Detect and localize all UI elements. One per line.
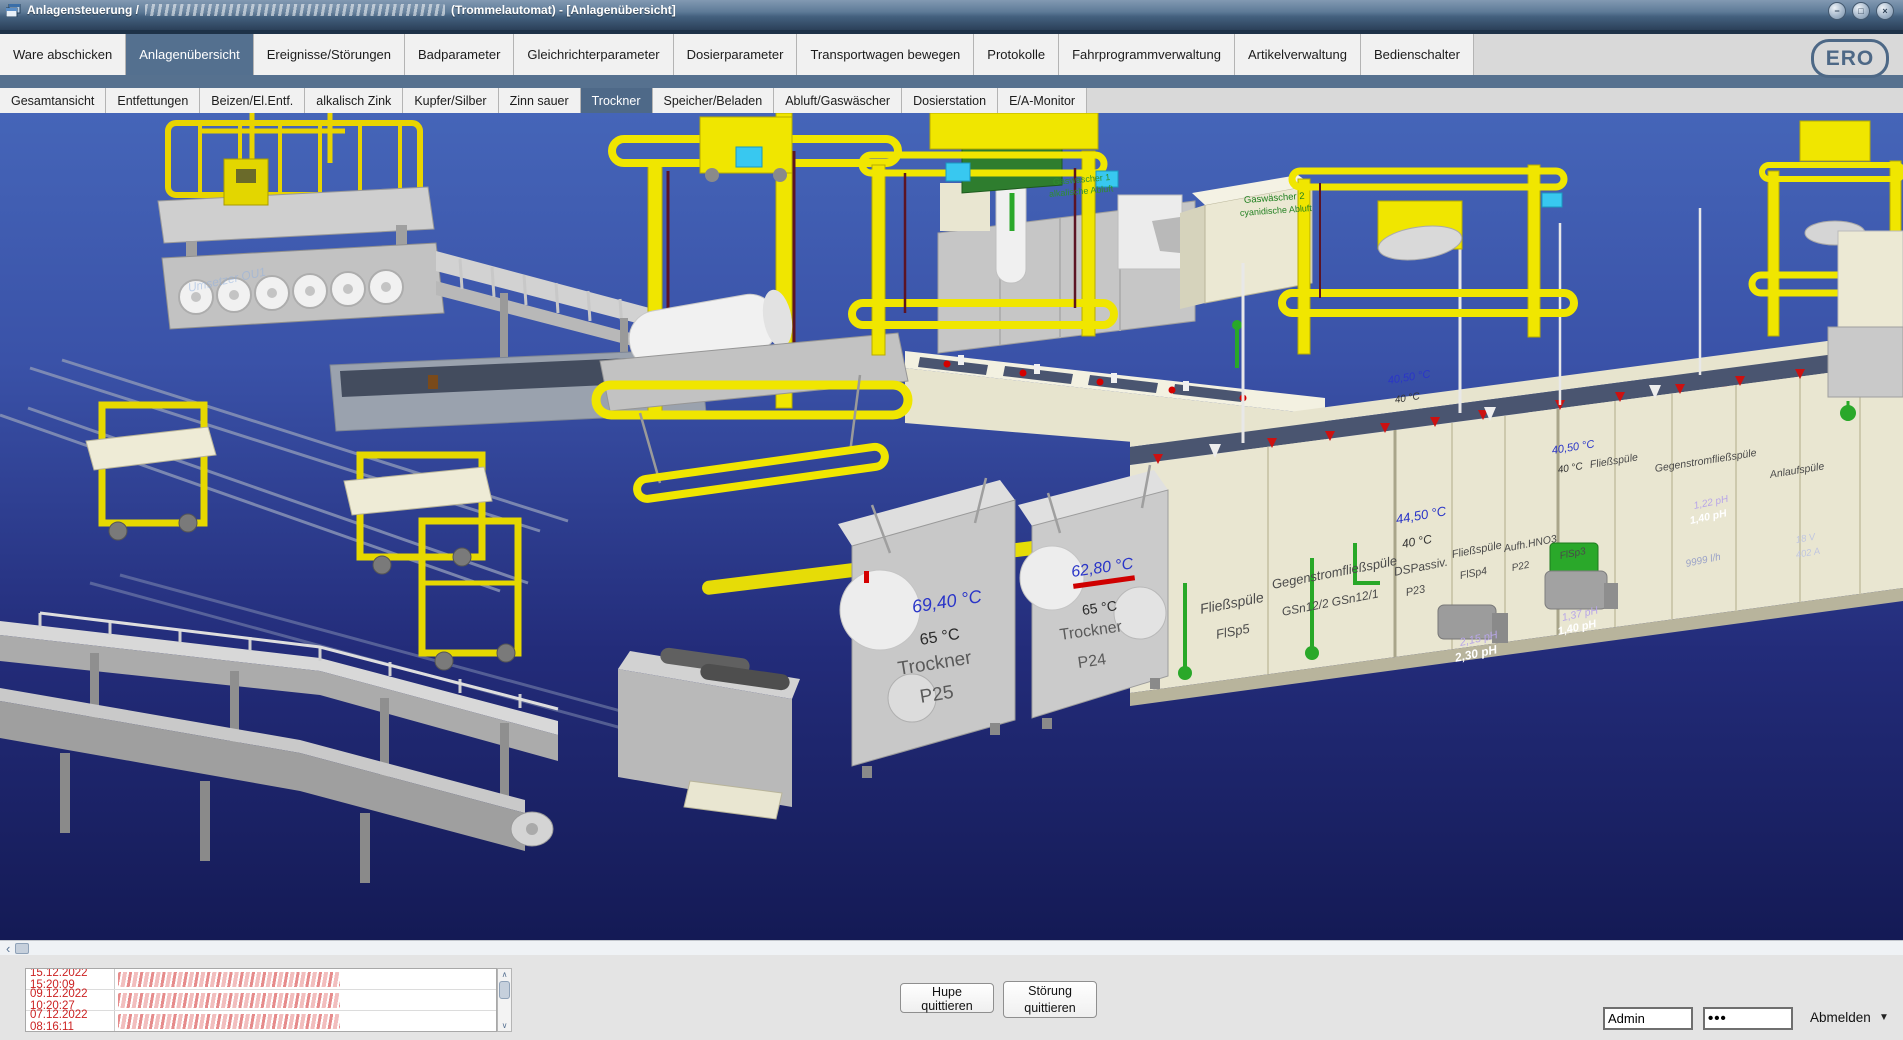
minimize-button[interactable]: − (1828, 2, 1846, 20)
horizontal-scrollbar[interactable]: ‹ (0, 940, 1903, 955)
event-log-scrollbar[interactable]: ∧ ∨ (497, 968, 512, 1032)
ero-logo: ERO (1811, 39, 1889, 78)
app-icon (6, 4, 21, 17)
horizontal-scrollbar-thumb[interactable] (15, 943, 29, 954)
subtab-entfettungen[interactable]: Entfettungen (106, 88, 200, 113)
log-row[interactable]: 09.12.2022 10:20:27 (26, 990, 496, 1011)
bottom-panel: 15.12.2022 15:20:0909.12.2022 10:20:2707… (0, 955, 1903, 1040)
ero-logo-text: ERO (1826, 47, 1875, 71)
tab-artikelverwaltung[interactable]: Artikelverwaltung (1235, 34, 1361, 75)
app-window: Anlagensteuerung / (Trommelautomat) - [A… (0, 0, 1903, 1040)
hupe-quittieren-button[interactable]: Hupe quittieren (900, 983, 994, 1013)
tab-dosierparameter[interactable]: Dosierparameter (674, 34, 798, 75)
subtab-beizen-el-entf[interactable]: Beizen/El.Entf. (200, 88, 305, 113)
subtab-speicher-beladen[interactable]: Speicher/Beladen (653, 88, 775, 113)
scroll-left-icon[interactable]: ‹ (6, 942, 10, 955)
dryer-p25-model (838, 478, 1015, 778)
drum-conveyor (162, 243, 444, 329)
tab-anlagen-bersicht[interactable]: Anlagenübersicht (126, 34, 253, 75)
tab-divider-bar (0, 75, 1903, 88)
redacted-log-message (118, 972, 340, 987)
subtab-e-a-monitor[interactable]: E/A-Monitor (998, 88, 1087, 113)
window-title-prefix: Anlagensteuerung / (27, 3, 139, 17)
close-button[interactable]: × (1876, 2, 1894, 20)
maximize-button[interactable]: □ (1852, 2, 1870, 20)
tab-ware-abschicken[interactable]: Ware abschicken (0, 34, 126, 75)
subtab-trockner[interactable]: Trockner (581, 88, 653, 113)
scroll-up-icon[interactable]: ∧ (502, 969, 508, 980)
password-input[interactable] (1703, 1007, 1793, 1030)
username-input[interactable] (1603, 1007, 1693, 1030)
tab-badparameter[interactable]: Badparameter (405, 34, 514, 75)
window-controls: − □ × (1828, 2, 1894, 20)
log-timestamp: 15.12.2022 15:20:09 (26, 969, 115, 989)
subtab-zinn-sauer[interactable]: Zinn sauer (499, 88, 581, 113)
subtab-abluft-gasw-scher[interactable]: Abluft/Gaswäscher (774, 88, 902, 113)
redacted-log-message (118, 1014, 340, 1029)
event-log-scrollbar-thumb[interactable] (499, 981, 510, 999)
tab-protokolle[interactable]: Protokolle (974, 34, 1059, 75)
window-title-suffix: (Trommelautomat) - [Anlagenübersicht] (451, 3, 676, 17)
tab-fahrprogrammverwaltung[interactable]: Fahrprogrammverwaltung (1059, 34, 1235, 75)
window-title: Anlagensteuerung / (Trommelautomat) - [A… (27, 3, 676, 17)
transport-carts (86, 405, 518, 670)
subtab-kupfer-silber[interactable]: Kupfer/Silber (403, 88, 498, 113)
log-timestamp: 09.12.2022 10:20:27 (26, 990, 115, 1010)
log-timestamp: 07.12.2022 08:16:11 (26, 1011, 115, 1031)
stoerung-quittieren-button[interactable]: Störung quittieren (1003, 981, 1097, 1018)
gantry-transporter-3 (1282, 165, 1574, 354)
event-log[interactable]: 15.12.2022 15:20:0909.12.2022 10:20:2707… (25, 968, 497, 1032)
log-row[interactable]: 07.12.2022 08:16:11 (26, 1011, 496, 1032)
subtab-dosierstation[interactable]: Dosierstation (902, 88, 998, 113)
main-tab-bar: Ware abschickenAnlagenübersichtEreigniss… (0, 34, 1903, 75)
redacted-log-message (118, 993, 340, 1008)
tab-transportwagen-bewegen[interactable]: Transportwagen bewegen (797, 34, 974, 75)
subtab-alkalisch-zink[interactable]: alkalisch Zink (305, 88, 403, 113)
titlebar: Anlagensteuerung / (Trommelautomat) - [A… (0, 0, 1903, 30)
tab-ereignisse-st-rungen[interactable]: Ereignisse/Störungen (254, 34, 405, 75)
tab-bedienschalter[interactable]: Bedienschalter (1361, 34, 1474, 75)
bottom-conveyors (0, 613, 800, 883)
logout-dropdown-arrow[interactable]: ▼ (1879, 1012, 1889, 1023)
log-row[interactable]: 15.12.2022 15:20:09 (26, 969, 496, 990)
sub-tab-bar: GesamtansichtEntfettungenBeizen/El.Entf.… (0, 88, 1903, 113)
subtab-gesamtansicht[interactable]: Gesamtansicht (0, 88, 106, 113)
logout-label[interactable]: Abmelden (1810, 1010, 1871, 1025)
plant-3d-view[interactable]: Umsetzer OU1Gaswäscher 1alkalische Abluf… (0, 113, 1903, 940)
redacted-plant-name (145, 4, 445, 16)
tab-gleichrichterparameter[interactable]: Gleichrichterparameter (514, 34, 673, 75)
scroll-down-icon[interactable]: ∨ (502, 1020, 508, 1031)
